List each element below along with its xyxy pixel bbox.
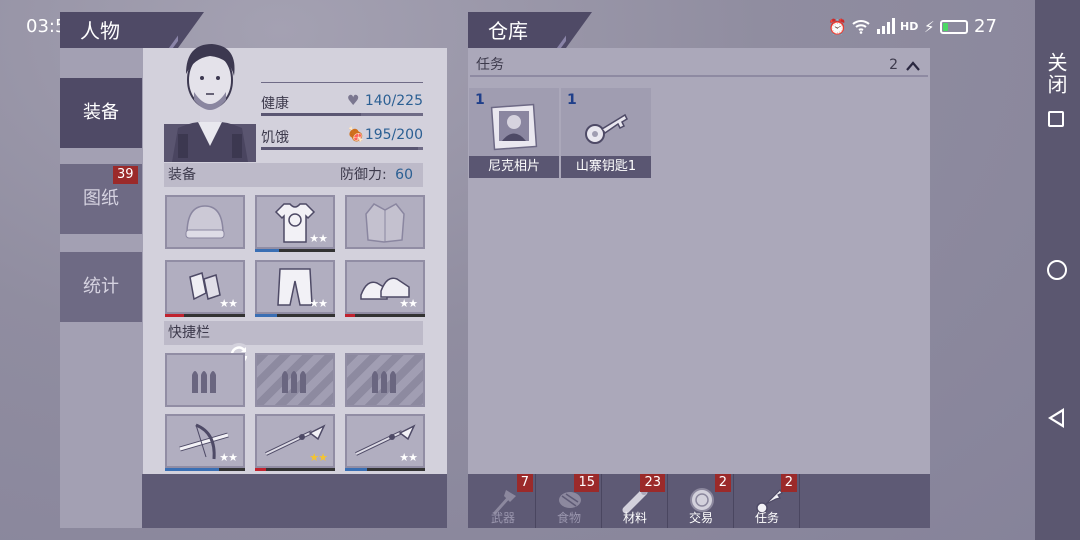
chevron-up-icon[interactable] bbox=[906, 59, 920, 73]
meat-icon: 🍖 bbox=[347, 127, 365, 143]
durability-bar bbox=[345, 468, 425, 471]
outer-slot[interactable] bbox=[345, 195, 425, 249]
character-title-bar: 人物 bbox=[60, 12, 204, 48]
ammo-slot[interactable] bbox=[165, 353, 245, 407]
count-badge: 2 bbox=[780, 474, 797, 492]
count-badge: 7 bbox=[516, 474, 533, 492]
hunger-row: 饥饿 🍖 195/200 bbox=[261, 127, 423, 147]
ammo-slot-locked[interactable] bbox=[345, 353, 425, 407]
tab-label: 材料 bbox=[622, 511, 647, 525]
panel-title: 人物 bbox=[80, 19, 120, 43]
health-value: 140/225 bbox=[364, 93, 423, 109]
key-icon bbox=[585, 113, 628, 144]
crossbow-slot[interactable]: ★★ bbox=[165, 414, 245, 471]
tab-equipment[interactable]: 装备 bbox=[60, 78, 142, 148]
item-qty: 1 bbox=[475, 92, 485, 108]
character-portrait bbox=[164, 44, 256, 162]
hunger-label: 饥饿 bbox=[261, 130, 289, 146]
category-row[interactable]: 任务 2 bbox=[470, 53, 928, 77]
wifi-icon bbox=[852, 18, 870, 36]
hunger-bar bbox=[261, 147, 423, 150]
defense-label: 防御力: bbox=[340, 167, 387, 183]
star-rating: ★★ bbox=[219, 297, 238, 310]
stats-divider bbox=[261, 82, 423, 83]
signal-icon bbox=[876, 17, 895, 36]
close-label[interactable]: 关闭 bbox=[1043, 52, 1071, 96]
spear2-slot[interactable]: ★★ bbox=[345, 414, 425, 471]
count-badge: 2 bbox=[714, 474, 731, 492]
category-label: 任务 bbox=[476, 57, 504, 73]
tab-label: 武器 bbox=[490, 511, 515, 525]
equipment-header: 装备 防御力: 60 bbox=[164, 163, 423, 187]
star-rating: ★★ bbox=[219, 451, 238, 464]
home-icon[interactable] bbox=[1047, 260, 1067, 280]
charging-icon: ⚡ bbox=[924, 17, 935, 36]
star-rating: ★★ bbox=[309, 451, 328, 464]
category-count: 2 bbox=[889, 57, 898, 73]
battery-icon bbox=[940, 19, 968, 34]
health-row: 健康 ♥ 140/225 bbox=[261, 93, 423, 113]
item-name: 山寨钥匙1 bbox=[561, 156, 651, 178]
star-rating: ★★ bbox=[309, 297, 328, 310]
heart-icon: ♥ bbox=[347, 93, 360, 109]
defense-value: 60 bbox=[395, 167, 413, 183]
hd-icon: HD bbox=[900, 19, 919, 33]
star-rating: ★★ bbox=[399, 451, 418, 464]
item-qty: 1 bbox=[567, 92, 577, 108]
equipment-label: 装备 bbox=[168, 167, 196, 183]
tab-coin[interactable]: 2 交易 bbox=[668, 474, 734, 528]
count-badge: 23 bbox=[640, 474, 665, 492]
item-photo[interactable]: 1 尼克相片 bbox=[469, 88, 559, 178]
shoes-slot[interactable]: ★★ bbox=[345, 260, 425, 317]
durability-bar bbox=[345, 314, 425, 317]
durability-bar bbox=[165, 314, 245, 317]
pants-slot[interactable]: ★★ bbox=[255, 260, 335, 317]
quickbar-label: 快捷栏 bbox=[168, 325, 210, 341]
back-icon[interactable] bbox=[1048, 408, 1064, 428]
durability-bar bbox=[255, 249, 335, 252]
status-bar-icons: ⏰ HD ⚡ 27 bbox=[828, 16, 997, 37]
tab-meat[interactable]: 15 食物 bbox=[536, 474, 602, 528]
photo-icon bbox=[490, 103, 538, 151]
defense-row: 防御力: 60 bbox=[340, 163, 413, 187]
ammo-slot-locked[interactable] bbox=[255, 353, 335, 407]
star-rating: ★★ bbox=[309, 232, 328, 245]
tab-label: 任务 bbox=[754, 511, 779, 525]
character-footer bbox=[142, 474, 447, 528]
blueprints-badge: 39 bbox=[113, 166, 138, 184]
health-bar bbox=[261, 113, 423, 116]
count-badge: 15 bbox=[574, 474, 599, 492]
durability-bar bbox=[255, 314, 335, 317]
star-rating: ★★ bbox=[399, 297, 418, 310]
storage-title-bar: 仓库 bbox=[468, 12, 592, 48]
storage-title: 仓库 bbox=[488, 19, 528, 43]
item-name: 尼克相片 bbox=[469, 156, 559, 178]
health-label: 健康 bbox=[261, 96, 289, 112]
tab-axe[interactable]: 7 武器 bbox=[470, 474, 536, 528]
battery-level: 27 bbox=[974, 16, 997, 37]
helmet-slot[interactable] bbox=[165, 195, 245, 249]
tab-statistics[interactable]: 统计 bbox=[60, 252, 142, 322]
torso-slot[interactable]: ★★ bbox=[255, 195, 335, 252]
hunger-value: 195/200 bbox=[364, 127, 423, 143]
tab-label: 图纸 bbox=[83, 188, 119, 209]
tab-log[interactable]: 23 材料 bbox=[602, 474, 668, 528]
recent-apps-icon[interactable] bbox=[1048, 111, 1064, 127]
item-key[interactable]: 1 山寨钥匙1 bbox=[561, 88, 651, 178]
tab-label: 交易 bbox=[688, 511, 713, 525]
tab-label: 食物 bbox=[556, 511, 581, 525]
durability-bar bbox=[165, 468, 245, 471]
alarm-icon: ⏰ bbox=[828, 17, 847, 36]
spear-slot[interactable]: ★★ bbox=[255, 414, 335, 471]
durability-bar bbox=[255, 468, 335, 471]
tab-key[interactable]: 2 任务 bbox=[734, 474, 800, 528]
gloves-slot[interactable]: ★★ bbox=[165, 260, 245, 317]
quickbar-header: 快捷栏 bbox=[164, 321, 423, 345]
